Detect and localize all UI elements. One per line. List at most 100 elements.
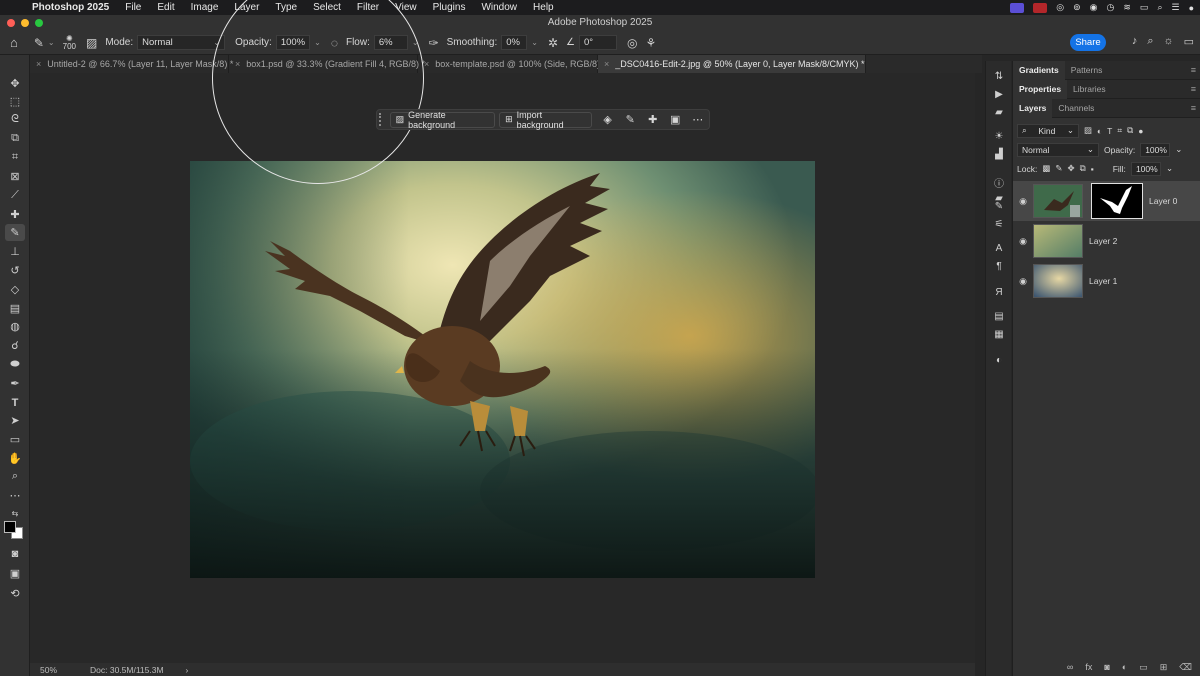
- layer-mask-thumbnail[interactable]: [1091, 183, 1143, 219]
- swap-colors-icon[interactable]: ⇆: [5, 505, 25, 522]
- control-center-icon[interactable]: ☰: [1171, 2, 1179, 13]
- eye-icon[interactable]: ◉: [1013, 196, 1033, 207]
- link-layers-icon[interactable]: ∞: [1067, 662, 1073, 672]
- drag-handle-icon[interactable]: [379, 113, 387, 126]
- doc-tab[interactable]: × box-template.psd @ 100% (Side, RGB/8) …: [418, 55, 606, 73]
- import-background-button[interactable]: ⊞ Import background: [499, 110, 593, 130]
- smoothing-input[interactable]: 0%: [501, 35, 528, 50]
- spotlight-icon[interactable]: ⌕: [1157, 2, 1162, 13]
- menu-edit[interactable]: Edit: [149, 2, 182, 13]
- pressure-opacity-icon[interactable]: ◌: [331, 36, 338, 50]
- eye-icon[interactable]: ◉: [1013, 236, 1033, 247]
- layer-opacity-input[interactable]: 100%: [1140, 142, 1171, 157]
- brush-settings-panel-icon[interactable]: ⚟: [991, 219, 1007, 233]
- sponge-tool-icon[interactable]: ⬬: [5, 356, 25, 373]
- kind-filter-select[interactable]: ⌕ Kind ⌄: [1017, 123, 1079, 138]
- object-select-tool-icon[interactable]: ⧉: [5, 130, 25, 147]
- tab-gradients[interactable]: Gradients: [1013, 60, 1065, 80]
- paragraph-panel-icon[interactable]: ¶: [991, 261, 1007, 275]
- type-tool-icon[interactable]: T: [5, 394, 25, 411]
- panel-menu-icon[interactable]: ≡: [1191, 65, 1196, 75]
- more-options-icon[interactable]: ⋯: [687, 113, 710, 126]
- menu-layer[interactable]: Layer: [226, 2, 267, 13]
- menu-help[interactable]: Help: [525, 2, 562, 13]
- record-icon[interactable]: ◉: [1090, 2, 1098, 13]
- menu-plugins[interactable]: Plugins: [425, 2, 474, 13]
- eyedropper-tool-icon[interactable]: ⟋: [5, 187, 25, 204]
- chevron-down-icon[interactable]: ⌄: [412, 38, 419, 47]
- filter-toggle-icon[interactable]: ●: [1138, 126, 1143, 136]
- screen-mode-icon[interactable]: ▣: [5, 565, 25, 582]
- brush-tool-icon[interactable]: ✎: [5, 224, 25, 241]
- mask-settings-icon[interactable]: ▣: [664, 113, 687, 126]
- generate-background-button[interactable]: ▨ Generate background: [389, 110, 496, 130]
- filter-smart-icon[interactable]: ⧉: [1127, 125, 1133, 136]
- adjustments-panel-icon[interactable]: ☀: [991, 131, 1007, 145]
- eye-icon[interactable]: ◉: [1013, 276, 1033, 287]
- fx-icon[interactable]: fx: [1085, 662, 1092, 672]
- battery-icon[interactable]: ▭: [1140, 2, 1149, 13]
- document-canvas[interactable]: [190, 161, 815, 578]
- crop-tool-icon[interactable]: ⌗: [5, 149, 25, 166]
- eraser-tool-icon[interactable]: ◇: [5, 281, 25, 298]
- tab-layers[interactable]: Layers: [1013, 98, 1053, 118]
- more-tools-icon[interactable]: ⋯: [5, 487, 25, 504]
- share-button[interactable]: Share: [1070, 34, 1106, 51]
- workspace-icon[interactable]: ▭: [1184, 35, 1194, 48]
- filter-adjustment-icon[interactable]: ◐: [1097, 126, 1102, 136]
- brush-minus-icon[interactable]: ✎: [619, 113, 642, 126]
- blur-tool-icon[interactable]: ◍: [5, 318, 25, 335]
- close-icon[interactable]: ×: [235, 59, 240, 69]
- tab-libraries[interactable]: Libraries: [1067, 80, 1112, 99]
- gradient-tool-icon[interactable]: ▤: [5, 300, 25, 317]
- path-select-tool-icon[interactable]: ➤: [5, 412, 25, 429]
- wifi-icon[interactable]: ≋: [1123, 2, 1131, 13]
- opacity-input[interactable]: 100%: [275, 35, 311, 50]
- close-icon[interactable]: ×: [36, 59, 41, 69]
- menu-image[interactable]: Image: [183, 2, 227, 13]
- sync-icon[interactable]: ◎: [1056, 2, 1064, 13]
- panel-menu-icon[interactable]: ≡: [1191, 103, 1196, 113]
- pressure-size-icon[interactable]: ◎: [627, 36, 637, 50]
- lock-all-icon[interactable]: ▪: [1091, 164, 1094, 174]
- lock-position-icon[interactable]: ✥: [1067, 163, 1074, 174]
- layer-row[interactable]: ◉ Layer 2: [1013, 221, 1200, 261]
- actions-panel-icon[interactable]: ▶: [991, 89, 1007, 103]
- lock-transparent-icon[interactable]: ▩: [1042, 163, 1050, 174]
- clone-stamp-tool-icon[interactable]: ⊥: [5, 243, 25, 260]
- new-layer-icon[interactable]: ⊞: [1160, 662, 1168, 673]
- bell-icon[interactable]: ♪: [1132, 35, 1138, 48]
- lock-artboard-icon[interactable]: ⧉: [1080, 163, 1086, 174]
- tab-patterns[interactable]: Patterns: [1065, 61, 1109, 80]
- libraries-panel-icon[interactable]: ▤: [991, 311, 1007, 325]
- close-icon[interactable]: ×: [424, 59, 429, 69]
- close-icon[interactable]: ×: [604, 59, 609, 69]
- screen-share-icon[interactable]: [1010, 2, 1025, 13]
- menu-select[interactable]: Select: [305, 2, 349, 13]
- rectangle-tool-icon[interactable]: ▭: [5, 431, 25, 448]
- menu-app-name[interactable]: Photoshop 2025: [30, 2, 117, 13]
- healing-brush-tool-icon[interactable]: ✚: [5, 206, 25, 223]
- zoom-level[interactable]: 50%: [40, 665, 80, 675]
- canvas-workspace[interactable]: [30, 73, 975, 663]
- dodge-tool-icon[interactable]: ☌: [5, 337, 25, 354]
- comments-panel-icon[interactable]: ▰: [991, 107, 1007, 121]
- color-panel-icon[interactable]: ◐: [991, 355, 1007, 369]
- blend-mode-select[interactable]: Normal ⌄: [1017, 142, 1099, 157]
- notes-panel-icon[interactable]: ▦: [991, 329, 1007, 343]
- brush-preset-icon[interactable]: ✎: [34, 36, 44, 50]
- menu-file[interactable]: File: [117, 2, 149, 13]
- marquee-tool-icon[interactable]: ⬚: [5, 93, 25, 110]
- quick-mask-icon[interactable]: ◙: [5, 545, 25, 562]
- symmetry-icon[interactable]: ⚘: [645, 36, 656, 50]
- flow-input[interactable]: 6%: [373, 35, 408, 50]
- layer-row[interactable]: ◉ Layer 0: [1013, 181, 1200, 221]
- brush-plus-icon[interactable]: ✚: [641, 113, 664, 126]
- filter-type-icon[interactable]: T: [1107, 126, 1112, 136]
- move-tool-icon[interactable]: ✥: [5, 75, 25, 92]
- hand-tool-icon[interactable]: ✋: [5, 450, 25, 467]
- tab-channels[interactable]: Channels: [1052, 99, 1100, 118]
- character-panel-icon[interactable]: A: [991, 243, 1007, 257]
- home-icon[interactable]: ⌂: [10, 35, 18, 50]
- chevron-down-icon[interactable]: ⌄: [48, 38, 55, 47]
